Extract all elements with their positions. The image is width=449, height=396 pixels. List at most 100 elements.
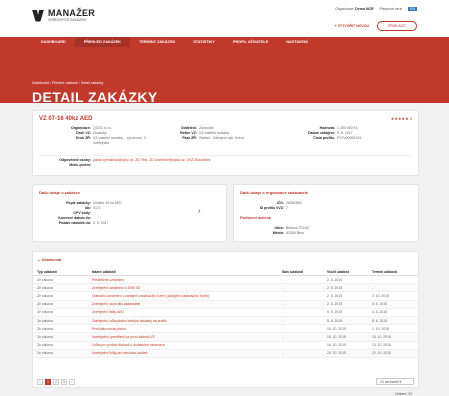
nav-profile[interactable]: PROFIL UŽIVATELE: [224, 37, 277, 47]
detail-divider: [39, 155, 412, 156]
column-header[interactable]: Vložil událost: [323, 268, 368, 276]
main-nav: DASHBOARD PŘEHLED ZAKÁZEK TERMÍNY ZAKÁZE…: [0, 37, 449, 47]
event-status: -: [278, 332, 323, 342]
event-name[interactable]: Zveřejnění odůvodnění veřejné zakázky na…: [88, 316, 278, 326]
total-count: Celkem: 24: [394, 392, 412, 396]
per-page-select[interactable]: 10 záznamů ▾: [376, 378, 414, 385]
event-status: -: [278, 324, 323, 334]
table-row[interactable]: Ze zákona Předběžné oznámení -2. 6. 2015-: [33, 275, 418, 285]
page-next[interactable]: ›: [69, 379, 75, 385]
event-deadline: 4. 6. 2015: [368, 308, 418, 317]
detail-card: VZ 07-16 40kz AED ★★★★★ 5 Organizace: QCS…: [32, 110, 419, 176]
events-table: Typ událostí Název události Stav událost…: [33, 268, 418, 358]
event-type: Ze zákona: [33, 283, 88, 293]
event-name[interactable]: Předběžné oznámení: [88, 275, 278, 285]
event-status: -: [278, 300, 323, 309]
table-row[interactable]: Ze zákona Uveřejnění vysvětlení na první-…: [33, 332, 418, 342]
event-created: 2. 6. 2015: [323, 300, 368, 309]
event-deadline: 4. 6. 2015: [368, 300, 418, 309]
table-header-row: Typ událostí Název události Stav událost…: [33, 268, 418, 276]
event-created: 20. 10. 2015: [323, 349, 368, 358]
nav-settings[interactable]: NASTAVENÍ: [277, 37, 316, 47]
nav-overview[interactable]: PŘEHLED ZAKÁZEK: [74, 37, 131, 47]
table-row[interactable]: Ze zákona Zveřejnění oznámení o DNS VZ -2.…: [33, 283, 418, 293]
rating-stars: ★★★★★ 5: [390, 116, 412, 121]
page-title: DETAIL ZAKÁZKY: [32, 89, 158, 105]
org-value: Demo NCR: [355, 7, 374, 11]
nav-deadlines[interactable]: TERMÍNY ZAKÁZEK: [130, 37, 184, 47]
column-header[interactable]: Termín události: [368, 268, 418, 276]
organization-rows: IČO: 26062500 ID profilu VVZ: 7: [259, 201, 302, 210]
event-status: -: [278, 316, 323, 326]
event-created: 15. 10. 2015: [323, 324, 368, 334]
page-1[interactable]: 1: [45, 379, 51, 385]
event-type: Ze zákona: [33, 291, 88, 301]
detail-col1: Organizace: QCSC s.r.o. Druh VZ: Dodávky D…: [70, 126, 146, 145]
event-name[interactable]: Zveřejnění na profilu zadavatele: [88, 300, 278, 309]
login-button[interactable]: PŘIHLÁSIT: [377, 21, 417, 31]
chevron-down-icon: ⌄: [37, 257, 41, 262]
event-name[interactable]: Uveřejnění lhůty pro otevírání obálek: [88, 349, 278, 358]
event-name[interactable]: Zveřejnění oznámení o DNS VZ: [88, 283, 278, 293]
detail-col2: Oddělení: Zdravotní Režim VZ: VZ malého ro…: [180, 126, 244, 140]
event-status: -: [278, 308, 323, 317]
column-header[interactable]: Název události: [88, 268, 278, 276]
address-rows: Ulice: Bellova 372/40 Město: 62300 Brno: [272, 226, 310, 235]
event-name[interactable]: Prohlídka místa plnění: [88, 324, 278, 334]
event-name[interactable]: Odeslání oznámení o zahájení zadávacího …: [88, 291, 278, 301]
event-status: -: [278, 275, 323, 285]
language-switch[interactable]: EN: [408, 7, 417, 11]
page-3[interactable]: 3: [61, 379, 67, 385]
column-header[interactable]: Stav události: [278, 268, 323, 276]
event-created: 5. 6. 2015: [323, 308, 368, 317]
event-type: Ze zákona: [33, 349, 88, 358]
contract-code: VZ 07-16 40kz AED: [39, 116, 93, 122]
table-row[interactable]: Ze zákona Odeslání oznámení o zahájení za…: [33, 291, 418, 301]
event-type: Ze zákona: [33, 316, 88, 326]
responsible-persons[interactable]: pavla.vyhnalova@qcsc.cz, ZD Test, ZD Uce…: [93, 158, 211, 162]
fold-label: Ukáčkovat: [41, 257, 62, 262]
logo-mark-icon: [32, 9, 44, 22]
event-type: Ze zákona: [33, 275, 88, 285]
contract-info-rows: Popis zakázky: Dodání 40 ks AED Ids: 0171 …: [58, 201, 122, 225]
detail-people: Odpovědné osoby: pavla.vyhnalova@qcsc.cz,…: [59, 158, 211, 167]
page-prev[interactable]: ‹: [37, 379, 43, 385]
table-row[interactable]: Ze zákona Uveřejnění lhůty pro otevírání …: [33, 349, 418, 358]
chevron-right-icon[interactable]: ›: [198, 206, 201, 215]
help-link[interactable]: Přepnout verzi: [380, 7, 403, 11]
address-title: Poštovní adresa: [240, 215, 271, 220]
event-created: 2. 6. 2015: [323, 275, 368, 285]
table-row[interactable]: Ze zákona Prohlídka místa plnění -15. 10. …: [33, 324, 418, 334]
nav-dashboard[interactable]: DASHBOARD: [32, 37, 75, 47]
event-deadline: 13. 10. 2015: [368, 341, 418, 350]
event-type: Ze zákona: [33, 308, 88, 317]
event-deadline: 2. 10. 2015: [368, 291, 418, 301]
nav-statistics[interactable]: STATISTIKY: [184, 37, 224, 47]
fold-toggle[interactable]: ⌄ Ukáčkovat: [37, 257, 62, 262]
org-label: Organizace:: [335, 7, 355, 11]
user-info: Organizace: Demo NCR Přepnout verzi EN: [335, 7, 417, 11]
new-button[interactable]: + VYTVOŘIT NOVOU: [335, 24, 369, 28]
event-created: 15. 10. 2015: [323, 332, 368, 342]
event-created: 2. 6. 2015: [323, 283, 368, 293]
contract-info-title: Další údaje o zakázce: [39, 190, 80, 195]
logo[interactable]: MANAŽER VEŘEJNÝCH ZAKÁZEK: [32, 9, 95, 22]
table-row[interactable]: Ze zákona Zveřejnění odůvodnění veřejné z…: [33, 316, 418, 326]
event-status: -: [278, 341, 323, 350]
table-row[interactable]: Ze zákona Zveřejnění lhůty AED -5. 6. 2015…: [33, 308, 418, 317]
event-name[interactable]: Uveřejnění vysvětlení na první-žádosti V…: [88, 332, 278, 342]
event-name[interactable]: Lhůta pro podání žádosti o dodatečné inf…: [88, 341, 278, 350]
event-status: -: [278, 291, 323, 301]
table-row[interactable]: Ze zákona Lhůta pro podání žádosti o doda…: [33, 341, 418, 350]
table-row[interactable]: Ze zákona Zveřejnění na profilu zadavatel…: [33, 300, 418, 309]
event-created: 16. 10. 2015: [323, 341, 368, 350]
breadcrumb[interactable]: Dashboard / Přehled zakázek / Detail zak…: [32, 81, 103, 85]
page-2[interactable]: 2: [53, 379, 59, 385]
event-type: Ze zákona: [33, 324, 88, 334]
event-type: Ze zákona: [33, 341, 88, 350]
event-name[interactable]: Zveřejnění lhůty AED: [88, 308, 278, 317]
top-bar: MANAŽER VEŘEJNÝCH ZAKÁZEK Organizace: De…: [0, 0, 449, 37]
column-header[interactable]: Typ událostí: [33, 268, 88, 276]
event-deadline: -: [368, 275, 418, 285]
event-status: -: [278, 283, 323, 293]
